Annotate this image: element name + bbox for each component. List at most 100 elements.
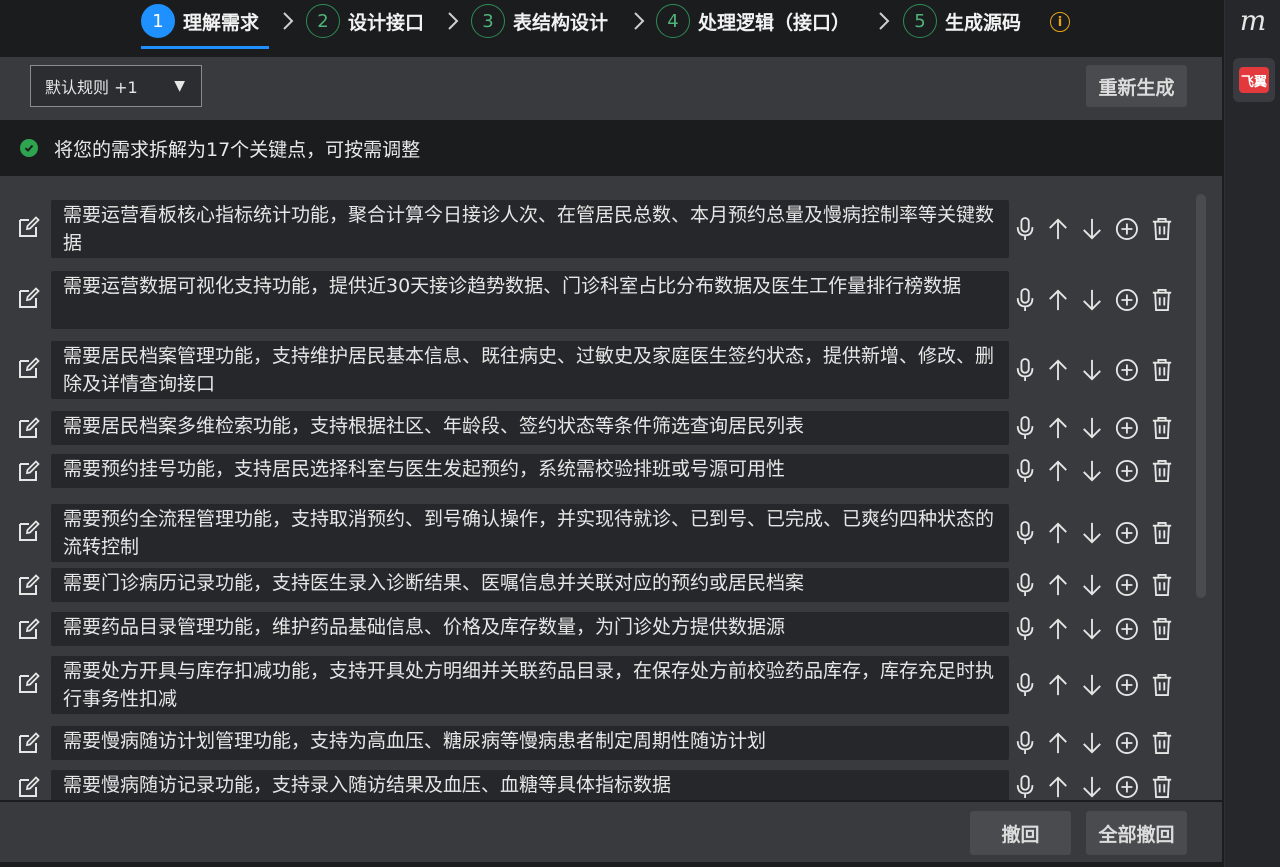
step-4[interactable]: 4 处理逻辑（接口） xyxy=(656,4,850,38)
check-circle-icon xyxy=(20,139,38,157)
add-circle-icon[interactable] xyxy=(1115,287,1139,313)
active-step-indicator xyxy=(141,46,269,49)
requirement-text[interactable]: 需要运营看板核心指标统计功能，聚合计算今日接诊人次、在管居民总数、本月预约总量及… xyxy=(51,200,1009,258)
trash-icon[interactable] xyxy=(1151,520,1173,546)
requirement-row: 需要药品目录管理功能，维护药品基础信息、价格及库存数量，为门诊处方提供数据源 xyxy=(0,612,1222,646)
arrow-up-icon[interactable] xyxy=(1047,415,1069,441)
edit-icon[interactable] xyxy=(16,415,42,441)
requirement-text[interactable]: 需要慢病随访计划管理功能，支持为高血压、糖尿病等慢病患者制定周期性随访计划 xyxy=(51,726,1009,760)
requirement-text[interactable]: 需要运营数据可视化支持功能，提供近30天接诊趋势数据、门诊科室占比分布数据及医生… xyxy=(51,271,1009,329)
edit-icon[interactable] xyxy=(16,670,42,696)
arrow-down-icon[interactable] xyxy=(1081,616,1103,642)
add-circle-icon[interactable] xyxy=(1115,572,1139,598)
edit-icon[interactable] xyxy=(16,616,42,642)
trash-icon[interactable] xyxy=(1151,672,1173,698)
trash-icon[interactable] xyxy=(1151,774,1173,800)
trash-icon[interactable] xyxy=(1151,730,1173,756)
arrow-down-icon[interactable] xyxy=(1081,520,1103,546)
arrow-up-icon[interactable] xyxy=(1047,216,1069,242)
add-circle-icon[interactable] xyxy=(1115,520,1139,546)
stepper: 1 理解需求 2 设计接口 3 表结构设计 4 处理逻辑（接口） 5 生成源码 … xyxy=(0,0,1224,52)
requirement-text[interactable]: 需要预约挂号功能，支持居民选择科室与医生发起预约，系统需校验排班或号源可用性 xyxy=(51,454,1009,488)
arrow-up-icon[interactable] xyxy=(1047,672,1069,698)
step-5[interactable]: 5 生成源码 xyxy=(903,4,1021,38)
requirement-text[interactable]: 需要居民档案多维检索功能，支持根据社区、年龄段、签约状态等条件筛选查询居民列表 xyxy=(51,411,1009,445)
arrow-down-icon[interactable] xyxy=(1081,357,1103,383)
arrow-down-icon[interactable] xyxy=(1081,572,1103,598)
feiyi-plugin-button[interactable]: 飞翼 xyxy=(1233,58,1275,102)
requirement-text[interactable]: 需要药品目录管理功能，维护药品基础信息、价格及库存数量，为门诊处方提供数据源 xyxy=(51,612,1009,646)
add-circle-icon[interactable] xyxy=(1115,458,1139,484)
add-circle-icon[interactable] xyxy=(1115,672,1139,698)
step-1[interactable]: 1 理解需求 xyxy=(141,4,259,38)
edit-icon[interactable] xyxy=(16,458,42,484)
microphone-icon[interactable] xyxy=(1015,519,1035,547)
microphone-icon[interactable] xyxy=(1015,457,1035,485)
add-circle-icon[interactable] xyxy=(1115,774,1139,800)
arrow-up-icon[interactable] xyxy=(1047,730,1069,756)
edit-icon[interactable] xyxy=(16,214,42,240)
requirement-row: 需要门诊病历记录功能，支持医生录入诊断结果、医嘱信息并关联对应的预约或居民档案 xyxy=(0,568,1222,602)
arrow-up-icon[interactable] xyxy=(1047,458,1069,484)
edit-icon[interactable] xyxy=(16,730,42,756)
requirement-text[interactable]: 需要门诊病历记录功能，支持医生录入诊断结果、医嘱信息并关联对应的预约或居民档案 xyxy=(51,568,1009,602)
scrollbar[interactable] xyxy=(1196,194,1206,598)
requirement-row: 需要居民档案管理功能，支持维护居民基本信息、既往病史、过敏史及家庭医生签约状态，… xyxy=(0,341,1222,399)
microphone-icon[interactable] xyxy=(1015,414,1035,442)
microphone-icon[interactable] xyxy=(1015,671,1035,699)
edit-icon[interactable] xyxy=(16,774,42,800)
step-3[interactable]: 3 表结构设计 xyxy=(471,4,608,38)
microphone-icon[interactable] xyxy=(1015,729,1035,757)
edit-icon[interactable] xyxy=(16,572,42,598)
arrow-up-icon[interactable] xyxy=(1047,572,1069,598)
trash-icon[interactable] xyxy=(1151,287,1173,313)
undo-button[interactable]: 撤回 xyxy=(970,811,1071,855)
add-circle-icon[interactable] xyxy=(1115,415,1139,441)
trash-icon[interactable] xyxy=(1151,458,1173,484)
microphone-icon[interactable] xyxy=(1015,773,1035,800)
microphone-icon[interactable] xyxy=(1015,571,1035,599)
trash-icon[interactable] xyxy=(1151,216,1173,242)
status-notice: 将您的需求拆解为17个关键点，可按需调整 xyxy=(0,120,1222,176)
undo-all-button[interactable]: 全部撤回 xyxy=(1086,811,1187,855)
main-area: 1 理解需求 2 设计接口 3 表结构设计 4 处理逻辑（接口） 5 生成源码 … xyxy=(0,0,1224,867)
edit-icon[interactable] xyxy=(16,285,42,311)
row-actions xyxy=(1015,285,1185,315)
arrow-down-icon[interactable] xyxy=(1081,458,1103,484)
requirement-text[interactable]: 需要预约全流程管理功能，支持取消预约、到号确认操作，并实现待就诊、已到号、已完成… xyxy=(51,504,1009,562)
requirement-text[interactable]: 需要处方开具与库存扣减功能，支持开具处方明细并关联药品目录，在保存处方前校验药品… xyxy=(51,656,1009,714)
arrow-down-icon[interactable] xyxy=(1081,730,1103,756)
requirement-text[interactable]: 需要居民档案管理功能，支持维护居民基本信息、既往病史、过敏史及家庭医生签约状态，… xyxy=(51,341,1009,399)
trash-icon[interactable] xyxy=(1151,415,1173,441)
arrow-down-icon[interactable] xyxy=(1081,216,1103,242)
add-circle-icon[interactable] xyxy=(1115,357,1139,383)
arrow-up-icon[interactable] xyxy=(1047,357,1069,383)
arrow-up-icon[interactable] xyxy=(1047,520,1069,546)
add-circle-icon[interactable] xyxy=(1115,616,1139,642)
requirement-text[interactable]: 需要慢病随访记录功能，支持录入随访结果及血压、血糖等具体指标数据 xyxy=(51,770,1009,800)
trash-icon[interactable] xyxy=(1151,572,1173,598)
info-icon[interactable]: i xyxy=(1050,12,1070,32)
edit-icon[interactable] xyxy=(16,355,42,381)
trash-icon[interactable] xyxy=(1151,616,1173,642)
microphone-icon[interactable] xyxy=(1015,215,1035,243)
regenerate-button[interactable]: 重新生成 xyxy=(1086,65,1187,107)
arrow-up-icon[interactable] xyxy=(1047,774,1069,800)
arrow-up-icon[interactable] xyxy=(1047,616,1069,642)
arrow-down-icon[interactable] xyxy=(1081,774,1103,800)
step-2[interactable]: 2 设计接口 xyxy=(306,4,424,38)
arrow-down-icon[interactable] xyxy=(1081,672,1103,698)
rule-select[interactable]: 默认规则 +1 ▼ xyxy=(30,65,202,107)
row-actions xyxy=(1015,772,1185,800)
microphone-icon[interactable] xyxy=(1015,286,1035,314)
arrow-up-icon[interactable] xyxy=(1047,287,1069,313)
row-actions xyxy=(1015,355,1185,385)
arrow-down-icon[interactable] xyxy=(1081,415,1103,441)
microphone-icon[interactable] xyxy=(1015,615,1035,643)
add-circle-icon[interactable] xyxy=(1115,730,1139,756)
arrow-down-icon[interactable] xyxy=(1081,287,1103,313)
trash-icon[interactable] xyxy=(1151,357,1173,383)
edit-icon[interactable] xyxy=(16,518,42,544)
add-circle-icon[interactable] xyxy=(1115,216,1139,242)
microphone-icon[interactable] xyxy=(1015,356,1035,384)
